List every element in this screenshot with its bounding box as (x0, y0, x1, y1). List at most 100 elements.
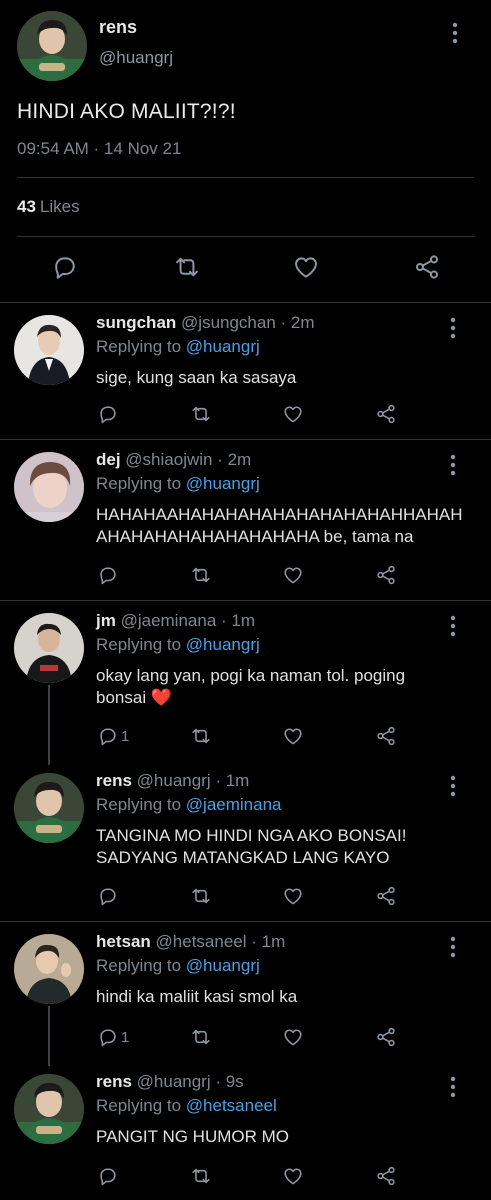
author-handle[interactable]: @huangrj · 9s (137, 1072, 244, 1091)
author-handle[interactable]: @shiaojwin · 2m (125, 450, 251, 469)
tweet-text: HINDI AKO MALIIT?!?! (17, 100, 236, 123)
retweet-button[interactable] (190, 1026, 212, 1050)
share-icon (375, 564, 397, 586)
retweet-icon (190, 725, 212, 747)
retweet-button[interactable] (190, 725, 212, 749)
avatar[interactable] (17, 11, 87, 81)
replying-to: Replying to @huangrj (96, 337, 260, 357)
reply-count: 1 (121, 1028, 130, 1046)
reply-icon (97, 403, 119, 425)
likes-count[interactable]: 43 Likes (17, 197, 80, 217)
reply-button[interactable] (97, 1165, 121, 1189)
more-icon[interactable] (450, 454, 456, 481)
reply-tweet[interactable]: hetsan @hetsaneel · 1m Replying to @huan… (0, 922, 491, 1066)
author-handle[interactable]: @huangrj · 1m (137, 771, 250, 790)
author-handle[interactable]: @jsungchan · 2m (181, 313, 315, 332)
share-icon (375, 885, 397, 907)
retweet-icon (190, 1165, 212, 1187)
like-button[interactable] (282, 885, 304, 909)
reply-tweet[interactable]: rens @huangrj · 1m Replying to @jaeminan… (0, 761, 491, 922)
more-icon[interactable] (450, 775, 456, 802)
reply-header: jm @jaeminana · 1m (96, 611, 255, 631)
author-name[interactable]: dej (96, 450, 121, 469)
author-handle[interactable]: @jaeminana · 1m (121, 611, 255, 630)
share-button[interactable] (375, 1165, 397, 1189)
author-name[interactable]: sungchan (96, 313, 176, 332)
replying-to-link[interactable]: @huangrj (186, 635, 260, 654)
reply-text: HAHAHAAHAHAHAHAHAHAHAHAHAHHAHAH AHAHAHAH… (96, 505, 463, 546)
like-button[interactable] (282, 1026, 304, 1050)
retweet-icon (190, 564, 212, 586)
likes-number: 43 (17, 197, 36, 216)
avatar[interactable] (14, 452, 84, 522)
share-icon (375, 1026, 397, 1048)
more-icon[interactable] (452, 22, 458, 49)
avatar[interactable] (14, 1074, 84, 1144)
replying-to-link[interactable]: @huangrj (186, 956, 260, 975)
share-button[interactable] (375, 725, 397, 749)
share-icon (375, 403, 397, 425)
share-button[interactable] (375, 1026, 397, 1050)
thread-line (48, 1006, 50, 1066)
author-name[interactable]: rens (96, 771, 132, 790)
author-name[interactable]: hetsan (96, 932, 151, 951)
tweet-timestamp[interactable]: 09:54 AM · 14 Nov 21 (17, 139, 181, 159)
share-button[interactable] (375, 885, 397, 909)
reply-header: rens @huangrj · 9s (96, 1072, 244, 1092)
like-button[interactable] (292, 253, 320, 281)
like-icon (282, 403, 304, 425)
reply-button[interactable] (97, 885, 121, 909)
replying-to-link[interactable]: @huangrj (186, 337, 260, 356)
share-button[interactable] (375, 564, 397, 588)
reply-button[interactable] (97, 564, 121, 588)
share-icon (375, 1165, 397, 1187)
retweet-button[interactable] (190, 885, 212, 909)
retweet-button[interactable] (190, 564, 212, 588)
author-name[interactable]: rens (96, 1072, 132, 1091)
divider (17, 177, 474, 178)
reply-button[interactable]: 1 (97, 1026, 129, 1050)
reply-button[interactable] (97, 403, 121, 427)
avatar[interactable] (14, 613, 84, 683)
reply-icon (97, 885, 119, 907)
share-button[interactable] (375, 403, 397, 427)
replying-to: Replying to @huangrj (96, 635, 260, 655)
more-icon[interactable] (450, 317, 456, 344)
avatar[interactable] (14, 934, 84, 1004)
more-icon[interactable] (450, 1076, 456, 1103)
like-button[interactable] (282, 564, 304, 588)
author-handle[interactable]: @hetsaneel · 1m (156, 932, 286, 951)
replying-label: Replying to (96, 474, 182, 493)
avatar[interactable] (14, 315, 84, 385)
like-button[interactable] (282, 403, 304, 427)
reply-tweet[interactable]: dej @shiaojwin · 2m Replying to @huangrj… (0, 440, 491, 601)
retweet-button[interactable] (190, 1165, 212, 1189)
replying-to: Replying to @huangrj (96, 956, 260, 976)
replying-to: Replying to @huangrj (96, 474, 260, 494)
more-icon[interactable] (450, 936, 456, 963)
avatar[interactable] (14, 773, 84, 843)
replying-label: Replying to (96, 795, 182, 814)
more-icon[interactable] (450, 615, 456, 642)
replying-to: Replying to @hetsaneel (96, 1096, 277, 1116)
retweet-button[interactable] (190, 403, 212, 427)
replying-to-link[interactable]: @hetsaneel (186, 1096, 277, 1115)
reply-button[interactable]: 1 (97, 725, 129, 749)
reply-tweet[interactable]: rens @huangrj · 9s Replying to @hetsanee… (0, 1062, 491, 1200)
reply-icon (97, 1026, 119, 1048)
like-button[interactable] (282, 1165, 304, 1189)
reply-header: hetsan @hetsaneel · 1m (96, 932, 285, 952)
replying-to-link[interactable]: @jaeminana (186, 795, 282, 814)
retweet-button[interactable] (173, 253, 201, 281)
replying-to-link[interactable]: @huangrj (186, 474, 260, 493)
share-button[interactable] (413, 253, 441, 281)
likes-label: Likes (39, 197, 80, 216)
thread-line (48, 685, 50, 765)
reply-button[interactable] (51, 253, 79, 281)
reply-tweet[interactable]: sungchan @jsungchan · 2m Replying to @hu… (0, 303, 491, 440)
author-handle[interactable]: @huangrj (99, 48, 173, 68)
like-button[interactable] (282, 725, 304, 749)
reply-tweet[interactable]: jm @jaeminana · 1m Replying to @huangrj … (0, 601, 491, 765)
author-name[interactable]: jm (96, 611, 116, 630)
author-name[interactable]: rens (99, 17, 137, 38)
